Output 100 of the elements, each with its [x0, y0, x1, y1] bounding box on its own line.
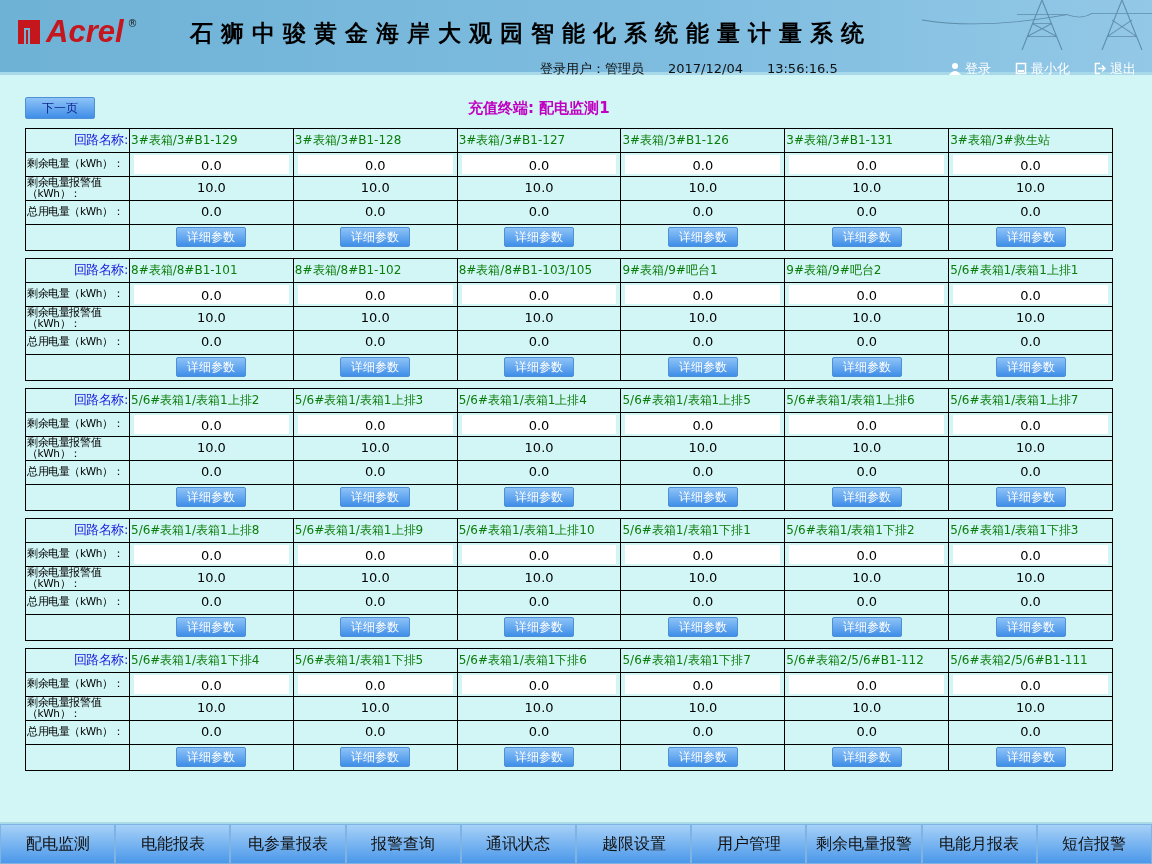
circuit-name: 5/6#表箱1/表箱1上排5 [622, 393, 751, 407]
circuit-name-label: 回路名称: [72, 653, 128, 667]
details-button[interactable]: 详细参数 [831, 617, 902, 637]
total-energy-value: 0.0 [363, 723, 387, 742]
nav-button[interactable]: 剩余电量报警 [806, 824, 922, 864]
details-button[interactable]: 详细参数 [504, 357, 575, 377]
registered-mark: ® [127, 17, 138, 31]
nav-button[interactable]: 电参量报表 [230, 824, 346, 864]
details-button[interactable]: 详细参数 [504, 487, 575, 507]
alarm-value: 10.0 [1015, 569, 1047, 588]
total-energy-label: 总用电量（kWh）： [27, 726, 125, 738]
circuit-name: 9#表箱/9#吧台2 [786, 263, 882, 277]
total-energy-value: 0.0 [200, 333, 223, 352]
details-button[interactable]: 详细参数 [176, 487, 247, 507]
details-button[interactable]: 详细参数 [831, 227, 902, 247]
total-energy-value: 0.0 [691, 333, 715, 352]
minimize-button[interactable]: 最小化 [1015, 58, 1070, 78]
circuit-name: 5/6#表箱1/表箱1上排1 [950, 263, 1079, 277]
details-button[interactable]: 详细参数 [504, 227, 575, 247]
circuit-name: 5/6#表箱1/表箱1上排8 [131, 523, 260, 537]
details-button[interactable]: 详细参数 [995, 487, 1066, 507]
alarm-value: 10.0 [851, 569, 883, 588]
alarm-value: 10.0 [851, 699, 883, 718]
details-button[interactable]: 详细参数 [667, 487, 738, 507]
circuit-name: 8#表箱/8#B1-103/105 [458, 263, 593, 277]
details-button[interactable]: 详细参数 [340, 227, 411, 247]
remaining-energy-field: 0.0 [461, 284, 617, 304]
details-button[interactable]: 详细参数 [340, 617, 411, 637]
remaining-energy-field: 0.0 [461, 674, 617, 694]
total-energy-value: 0.0 [691, 593, 715, 612]
remaining-energy-field: 0.0 [625, 154, 781, 174]
details-button[interactable]: 详细参数 [667, 227, 738, 247]
alarm-value-label: 剩余电量报警值（kWh）： [27, 697, 103, 719]
nav-button[interactable]: 通讯状态 [460, 824, 576, 864]
login-button[interactable]: 登录 [949, 58, 991, 78]
total-energy-value: 0.0 [200, 723, 223, 742]
total-energy-value: 0.0 [855, 723, 879, 742]
nav-button[interactable]: 短信报警 [1036, 824, 1152, 864]
total-energy-value: 0.0 [855, 593, 879, 612]
circuit-name-label: 回路名称: [72, 263, 128, 277]
details-button[interactable]: 详细参数 [667, 357, 738, 377]
details-button[interactable]: 详细参数 [176, 617, 247, 637]
alarm-value: 10.0 [851, 179, 883, 198]
details-button[interactable]: 详细参数 [667, 747, 738, 767]
remaining-energy-label: 剩余电量（kWh）： [27, 678, 125, 690]
total-energy-label: 总用电量（kWh）： [27, 596, 125, 608]
total-energy-label: 总用电量（kWh）： [27, 336, 125, 348]
remaining-energy-field: 0.0 [461, 544, 617, 564]
alarm-value: 10.0 [851, 439, 883, 458]
remaining-energy-field: 0.0 [625, 544, 781, 564]
nav-button[interactable]: 用户管理 [691, 824, 807, 864]
circuit-name: 5/6#表箱1/表箱1下排4 [131, 653, 260, 667]
total-energy-value: 0.0 [1019, 203, 1042, 222]
total-energy-value: 0.0 [363, 333, 387, 352]
logo-icon [16, 17, 42, 46]
alarm-value-label: 剩余电量报警值（kWh）： [27, 437, 103, 459]
nav-button[interactable]: 电能报表 [115, 824, 231, 864]
details-button[interactable]: 详细参数 [995, 747, 1066, 767]
circuit-name: 5/6#表箱1/表箱1下排1 [622, 523, 751, 537]
nav-button[interactable]: 配电监测 [0, 824, 116, 864]
total-energy-value: 0.0 [200, 593, 223, 612]
circuit-name: 3#表箱/3#B1-128 [294, 133, 402, 147]
nav-button[interactable]: 越限设置 [576, 824, 692, 864]
details-button[interactable]: 详细参数 [995, 357, 1066, 377]
circuit-name: 3#表箱/3#B1-126 [622, 133, 729, 147]
details-button[interactable]: 详细参数 [831, 747, 902, 767]
total-energy-value: 0.0 [1019, 593, 1042, 612]
alarm-value: 10.0 [1015, 179, 1047, 198]
details-button[interactable]: 详细参数 [504, 747, 575, 767]
next-page-button[interactable]: 下一页 [25, 97, 95, 120]
remaining-energy-field: 0.0 [461, 154, 617, 174]
details-button[interactable]: 详细参数 [995, 617, 1066, 637]
nav-button[interactable]: 电能月报表 [921, 824, 1037, 864]
exit-button[interactable]: 退出 [1094, 58, 1136, 78]
total-energy-value: 0.0 [200, 203, 223, 222]
total-energy-value: 0.0 [527, 463, 551, 482]
circuit-name: 5/6#表箱1/表箱1上排6 [786, 393, 915, 407]
nav-button[interactable]: 报警查询 [345, 824, 461, 864]
alarm-value: 10.0 [1015, 439, 1047, 458]
details-button[interactable]: 详细参数 [340, 357, 411, 377]
total-energy-value: 0.0 [527, 593, 551, 612]
details-button[interactable]: 详细参数 [504, 617, 575, 637]
circuit-name: 5/6#表箱1/表箱1下排6 [458, 653, 587, 667]
details-button[interactable]: 详细参数 [831, 357, 902, 377]
details-button[interactable]: 详细参数 [176, 747, 247, 767]
total-energy-label: 总用电量（kWh）： [27, 466, 125, 478]
circuit-name: 5/6#表箱1/表箱1下排3 [950, 523, 1079, 537]
details-button[interactable]: 详细参数 [176, 357, 247, 377]
remaining-energy-label: 剩余电量（kWh）： [27, 288, 125, 300]
details-button[interactable]: 详细参数 [667, 617, 738, 637]
details-button[interactable]: 详细参数 [831, 487, 902, 507]
details-button[interactable]: 详细参数 [340, 747, 411, 767]
details-button[interactable]: 详细参数 [995, 227, 1066, 247]
details-button[interactable]: 详细参数 [340, 487, 411, 507]
total-energy-value: 0.0 [691, 203, 715, 222]
alarm-value: 10.0 [195, 439, 227, 458]
alarm-value: 10.0 [687, 699, 719, 718]
alarm-value: 10.0 [195, 569, 227, 588]
exit-icon [1094, 61, 1106, 75]
details-button[interactable]: 详细参数 [176, 227, 247, 247]
